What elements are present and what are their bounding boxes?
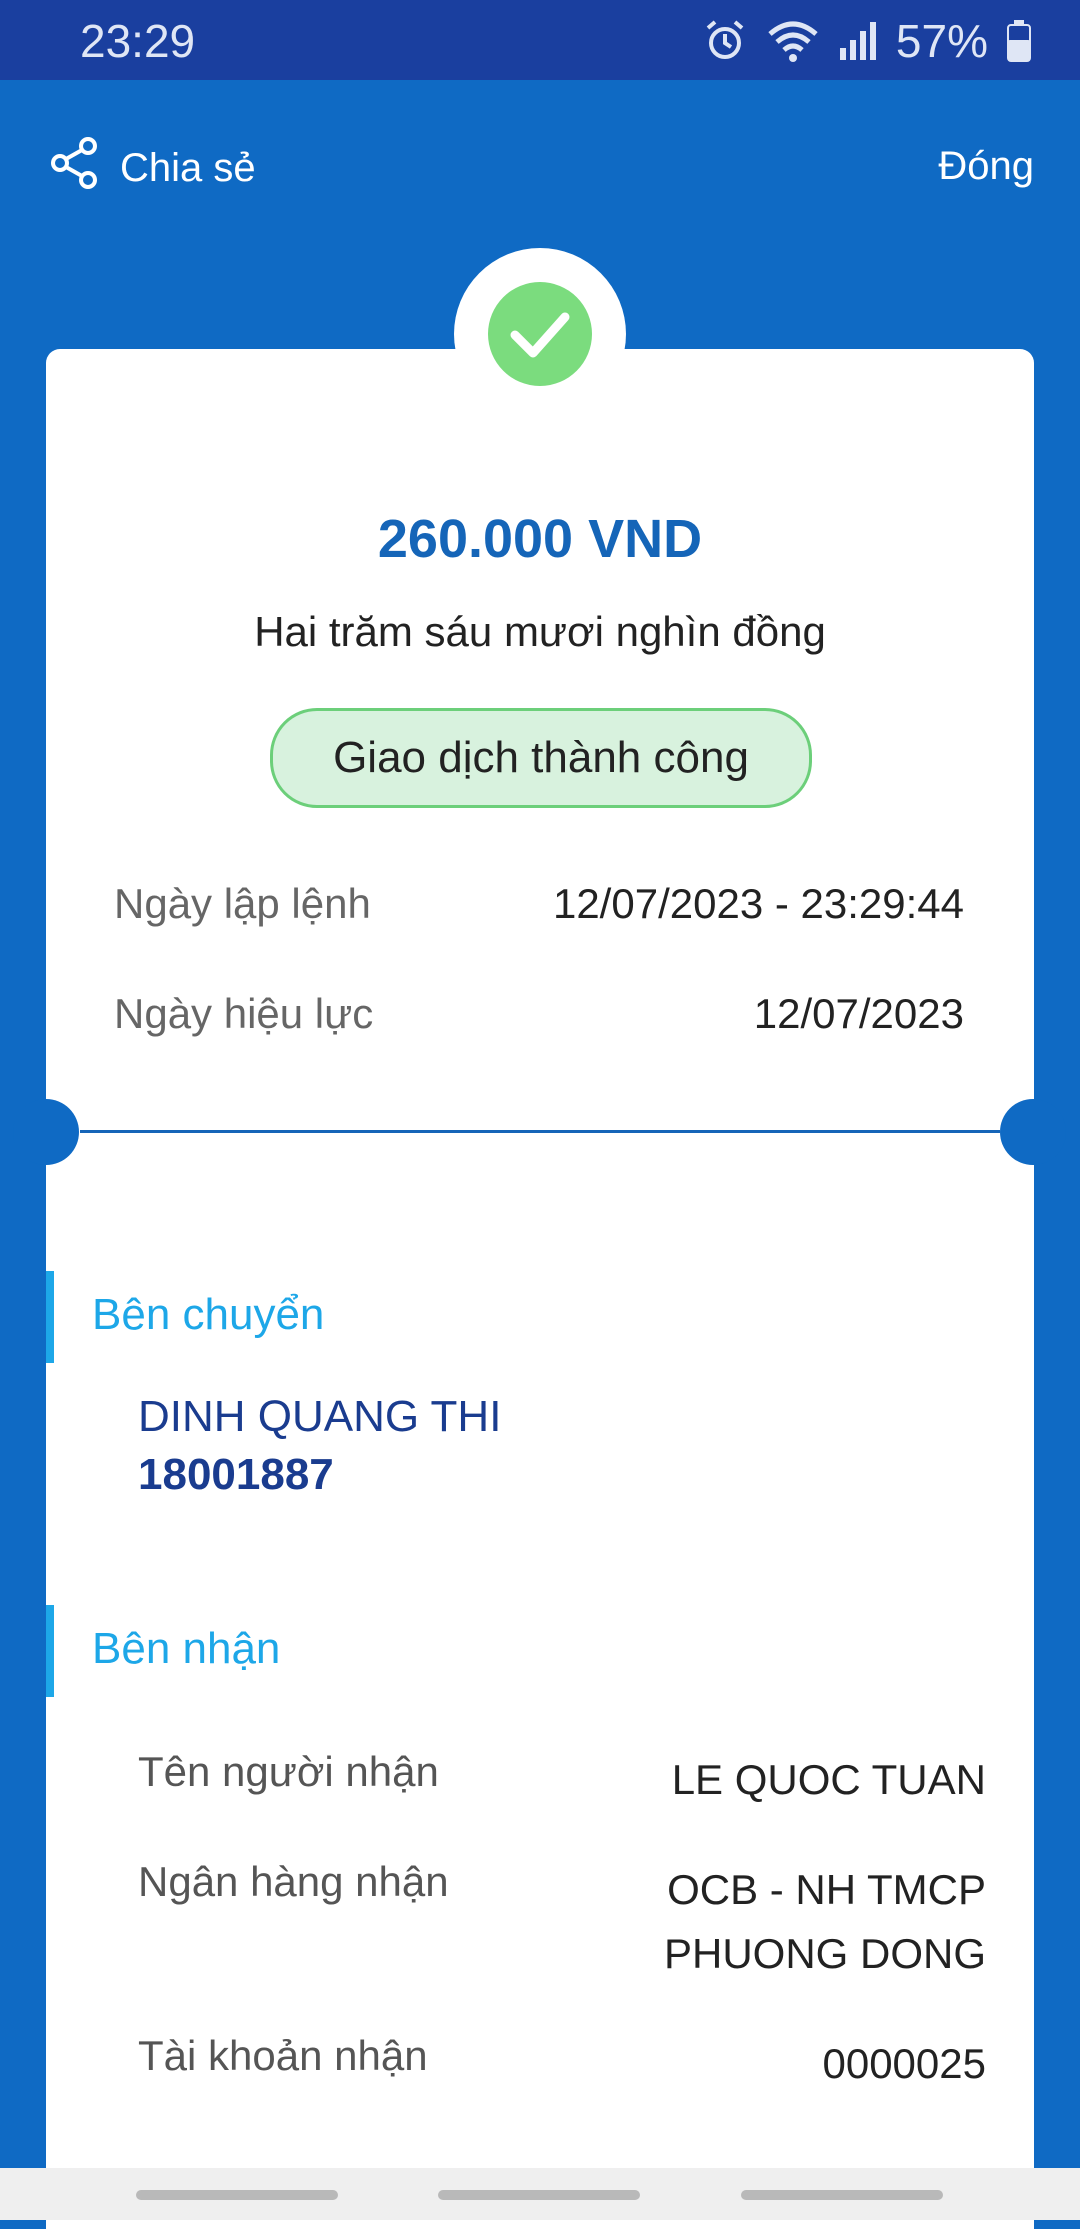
status-bar: 23:29 57% bbox=[0, 0, 1080, 80]
ticket-divider bbox=[80, 1130, 1000, 1133]
receiver-value: LE QUOC TUAN bbox=[671, 1756, 986, 1803]
receiver-label: Tên người nhận bbox=[138, 1748, 439, 1795]
info-label: Ngày hiệu lực bbox=[114, 990, 374, 1037]
status-icons: 57% bbox=[702, 14, 1032, 68]
nav-home-button[interactable] bbox=[438, 2190, 640, 2200]
info-value: 12/07/2023 bbox=[753, 990, 964, 1037]
system-nav-bar bbox=[0, 2168, 1080, 2220]
success-check-icon bbox=[488, 282, 592, 386]
receiver-value: 0000025 bbox=[822, 2040, 986, 2087]
status-time: 23:29 bbox=[80, 15, 196, 67]
wifi-icon bbox=[766, 18, 820, 64]
bank-name-line1: OCB - NH TMCP bbox=[667, 1866, 986, 1913]
info-label: Ngày lập lệnh bbox=[114, 880, 371, 927]
sender-section-title: Bên chuyển bbox=[92, 1290, 325, 1339]
share-label: Chia sẻ bbox=[120, 145, 256, 190]
battery-icon bbox=[1006, 18, 1032, 64]
section-accent-bar bbox=[46, 1271, 54, 1363]
close-button[interactable]: Đóng bbox=[938, 144, 1034, 189]
nav-back-button[interactable] bbox=[741, 2190, 943, 2200]
share-icon bbox=[48, 136, 102, 200]
transaction-amount: 260.000 VND bbox=[377, 509, 703, 569]
amount-in-words: Hai trăm sáu mươi nghìn đồng bbox=[254, 608, 826, 655]
battery-percent: 57% bbox=[895, 15, 988, 67]
sender-name: DINH QUANG THI bbox=[138, 1392, 502, 1441]
ticket-notch-right bbox=[1000, 1099, 1066, 1165]
receiver-label: Tài khoản nhận bbox=[138, 2032, 428, 2079]
info-value: 12/07/2023 - 23:29:44 bbox=[552, 880, 964, 927]
signal-icon bbox=[838, 18, 878, 64]
bank-name-line2: PHUONG DONG bbox=[663, 1930, 986, 1977]
section-accent-bar bbox=[46, 1605, 54, 1697]
sender-account: 18001887 bbox=[138, 1450, 334, 1499]
alarm-icon bbox=[702, 18, 748, 64]
ticket-notch-left bbox=[13, 1099, 79, 1165]
receiver-label: Ngân hàng nhận bbox=[138, 1858, 449, 1905]
receiver-value: OCB - NH TMCP PHUONG DONG bbox=[664, 1858, 986, 1986]
status-badge: Giao dịch thành công bbox=[270, 708, 812, 808]
top-bar: Chia sẻ Đóng bbox=[0, 80, 1080, 250]
share-button[interactable]: Chia sẻ bbox=[48, 136, 256, 200]
receiver-section-title: Bên nhận bbox=[92, 1624, 281, 1673]
nav-recents-button[interactable] bbox=[136, 2190, 338, 2200]
